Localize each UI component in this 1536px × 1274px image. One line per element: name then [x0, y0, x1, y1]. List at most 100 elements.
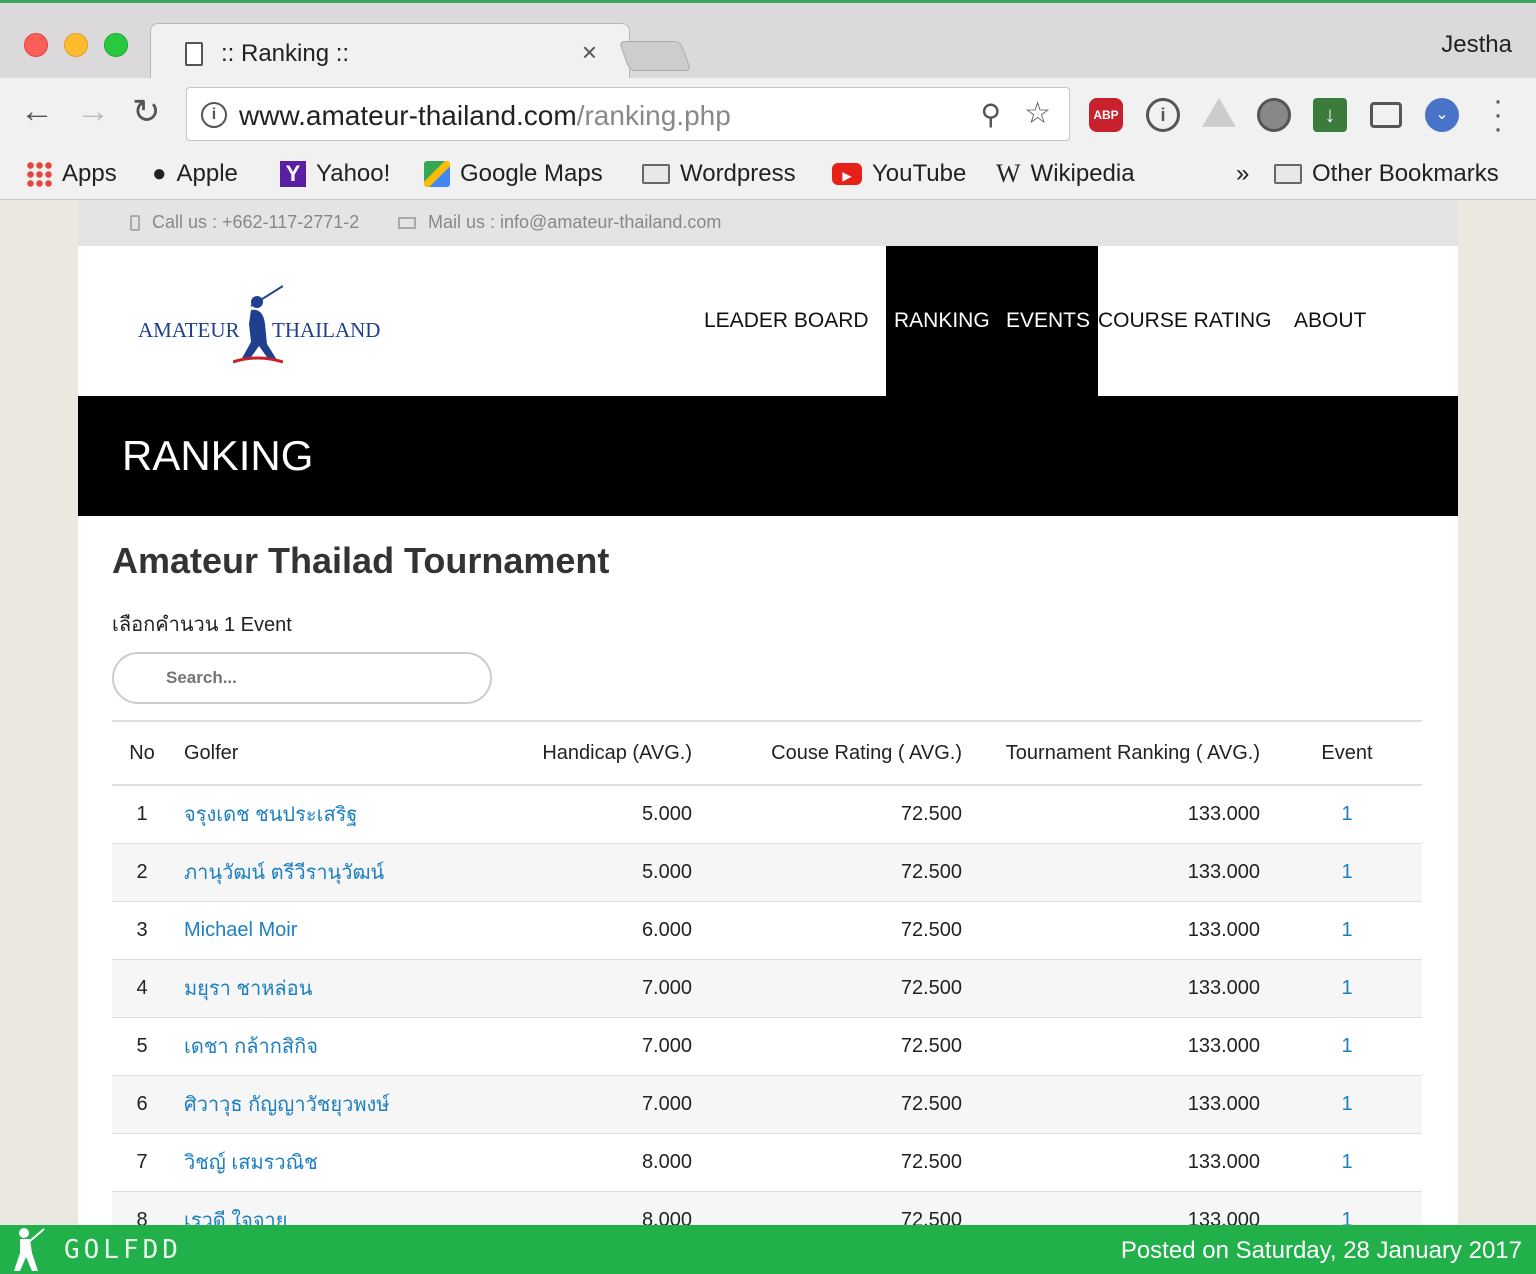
golfer-link[interactable]: มยุรา ชาหล่อน: [172, 959, 492, 1017]
ranking-table: No Golfer Handicap (AVG.) Couse Rating (…: [112, 720, 1422, 1225]
browser-titlebar: :: Ranking :: × Jestha: [0, 0, 1536, 83]
ranking-table-body: 1 จรุงเดช ชนประเสริฐ 5.000 72.500 133.00…: [112, 785, 1422, 1225]
table-row: 7 วิชญ์ เสมรวณิช 8.000 72.500 133.000 1: [112, 1133, 1422, 1191]
film-reel-icon[interactable]: [1257, 98, 1291, 132]
address-bar[interactable]: i www.amateur-thailand.com/ranking.php ⚲…: [186, 87, 1070, 141]
cell-course-rating: 72.500: [900, 860, 962, 883]
cell-no: 4: [136, 976, 148, 999]
cell-tournament-ranking: 133.000: [1187, 976, 1260, 999]
apple-icon: ●: [152, 160, 167, 187]
bookmark-star-icon[interactable]: ☆: [1024, 96, 1051, 131]
cell-handicap: 7.000: [641, 976, 692, 999]
table-header-row: No Golfer Handicap (AVG.) Couse Rating (…: [112, 721, 1422, 785]
document-icon: [185, 42, 203, 66]
nav-ranking[interactable]: RANKING: [894, 246, 990, 396]
download-icon[interactable]: ↓: [1313, 98, 1347, 132]
new-tab-button[interactable]: [618, 41, 692, 71]
bookmark-yahoo[interactable]: Y Yahoo!: [280, 154, 390, 194]
minimize-window-button[interactable]: [64, 33, 88, 57]
tournament-heading: Amateur Thailad Tournament: [112, 540, 610, 581]
bookmark-wikipedia[interactable]: W Wikipedia: [996, 154, 1135, 194]
cell-no: 1: [136, 802, 148, 825]
bookmark-google-maps[interactable]: Google Maps: [424, 154, 603, 194]
column-header-course-rating[interactable]: Couse Rating ( AVG.): [704, 721, 974, 785]
search-input[interactable]: [112, 652, 492, 704]
event-link[interactable]: 1: [1272, 1075, 1422, 1133]
logo-text-left: AMATEUR: [138, 318, 240, 342]
cell-handicap: 5.000: [641, 802, 692, 825]
nav-events[interactable]: EVENTS: [1006, 246, 1090, 396]
bookmark-label: Google Maps: [460, 160, 603, 187]
event-link[interactable]: 1: [1272, 1191, 1422, 1226]
event-link[interactable]: 1: [1272, 785, 1422, 843]
info-icon[interactable]: i: [201, 102, 227, 128]
nav-about[interactable]: ABOUT: [1294, 246, 1366, 396]
golfer-link[interactable]: เดชา กล้ากสิกิจ: [172, 1017, 492, 1075]
url-text[interactable]: www.amateur-thailand.com/ranking.php: [239, 100, 731, 132]
bookmark-apple[interactable]: ● Apple: [152, 154, 238, 194]
folder-icon: [642, 164, 670, 184]
table-row: 8 เรวดี ใจจาย 8.000 72.500 133.000 1: [112, 1191, 1422, 1225]
golfer-link[interactable]: วิชญ์ เสมรวณิช: [172, 1133, 492, 1191]
table-row: 1 จรุงเดช ชนประเสริฐ 5.000 72.500 133.00…: [112, 785, 1422, 843]
event-link[interactable]: 1: [1272, 843, 1422, 901]
event-link[interactable]: 1: [1272, 959, 1422, 1017]
cell-tournament-ranking: 133.000: [1187, 1208, 1260, 1226]
pocket-icon[interactable]: ⌄: [1425, 98, 1459, 132]
bookmark-youtube[interactable]: ▶ YouTube: [832, 154, 966, 194]
cell-tournament-ranking: 133.000: [1187, 860, 1260, 883]
column-header-event[interactable]: Event: [1272, 721, 1422, 785]
bookmarks-overflow-button[interactable]: »: [1236, 154, 1249, 194]
bookmark-apps[interactable]: Apps: [26, 154, 117, 194]
golfer-link[interactable]: เรวดี ใจจาย: [172, 1191, 492, 1225]
adblock-plus-icon[interactable]: ABP: [1089, 98, 1123, 132]
column-header-tournament-ranking[interactable]: Tournament Ranking ( AVG.): [974, 721, 1272, 785]
tab-title: :: Ranking ::: [221, 40, 350, 67]
column-header-handicap[interactable]: Handicap (AVG.): [492, 721, 704, 785]
browser-tab[interactable]: :: Ranking :: ×: [150, 23, 630, 83]
close-window-button[interactable]: [24, 33, 48, 57]
cell-course-rating: 72.500: [900, 1150, 962, 1173]
nav-leader-board[interactable]: LEADER BOARD: [704, 246, 869, 396]
site-logo[interactable]: AMATEUR THAILAND: [138, 276, 383, 366]
profile-name[interactable]: Jestha: [1441, 31, 1512, 59]
tab-close-icon[interactable]: ×: [582, 37, 597, 68]
wikipedia-icon: W: [996, 159, 1021, 188]
event-link[interactable]: 1: [1272, 1017, 1422, 1075]
bookmark-other[interactable]: Other Bookmarks: [1274, 154, 1499, 194]
golfer-link[interactable]: จรุงเดช ชนประเสริฐ: [172, 785, 492, 843]
column-header-no[interactable]: No: [112, 721, 172, 785]
table-row: 2 ภานุวัฒน์ ตรีวีรานุวัฒน์ 5.000 72.500 …: [112, 843, 1422, 901]
url-domain: www.amateur-thailand.com: [239, 100, 577, 131]
bookmark-wordpress[interactable]: Wordpress: [642, 154, 796, 194]
nav-course-rating[interactable]: COURSE RATING: [1098, 246, 1271, 396]
maximize-window-button[interactable]: [104, 33, 128, 57]
cell-handicap: 5.000: [641, 860, 692, 883]
event-link[interactable]: 1: [1272, 901, 1422, 959]
watermark-bar: GOLFDD Posted on Saturday, 28 January 20…: [0, 1225, 1536, 1274]
onepassword-icon[interactable]: i: [1146, 98, 1180, 132]
main-content: Amateur Thailad Tournament เลือกคำนวน 1 …: [78, 516, 1458, 1225]
back-arrow-icon[interactable]: ←: [20, 92, 54, 131]
menu-dots-icon[interactable]: · · ·: [1488, 86, 1508, 144]
table-row: 5 เดชา กล้ากสิกิจ 7.000 72.500 133.000 1: [112, 1017, 1422, 1075]
forward-arrow-icon[interactable]: →: [76, 92, 110, 131]
event-link[interactable]: 1: [1272, 1133, 1422, 1191]
zoom-out-icon[interactable]: ⚲: [980, 98, 1001, 131]
golfer-link[interactable]: ภานุวัฒน์ ตรีวีรานุวัฒน์: [172, 843, 492, 901]
golfer-link[interactable]: ศิวาวุธ กัญญาวัชยุวพงษ์: [172, 1075, 492, 1133]
reload-icon[interactable]: ↻: [132, 92, 161, 132]
cell-no: 8: [136, 1208, 148, 1226]
golfer-link[interactable]: Michael Moir: [172, 901, 492, 959]
cell-course-rating: 72.500: [900, 918, 962, 941]
cell-course-rating: 72.500: [900, 976, 962, 999]
yahoo-icon: Y: [280, 161, 306, 187]
apps-grid-icon: [26, 161, 52, 187]
google-drive-icon[interactable]: [1202, 98, 1236, 127]
cast-icon[interactable]: [1370, 102, 1402, 128]
cell-course-rating: 72.500: [900, 1092, 962, 1115]
bookmark-label: Wikipedia: [1030, 160, 1135, 187]
column-header-golfer[interactable]: Golfer: [172, 721, 492, 785]
phone-icon: [130, 215, 140, 232]
cell-tournament-ranking: 133.000: [1187, 1092, 1260, 1115]
